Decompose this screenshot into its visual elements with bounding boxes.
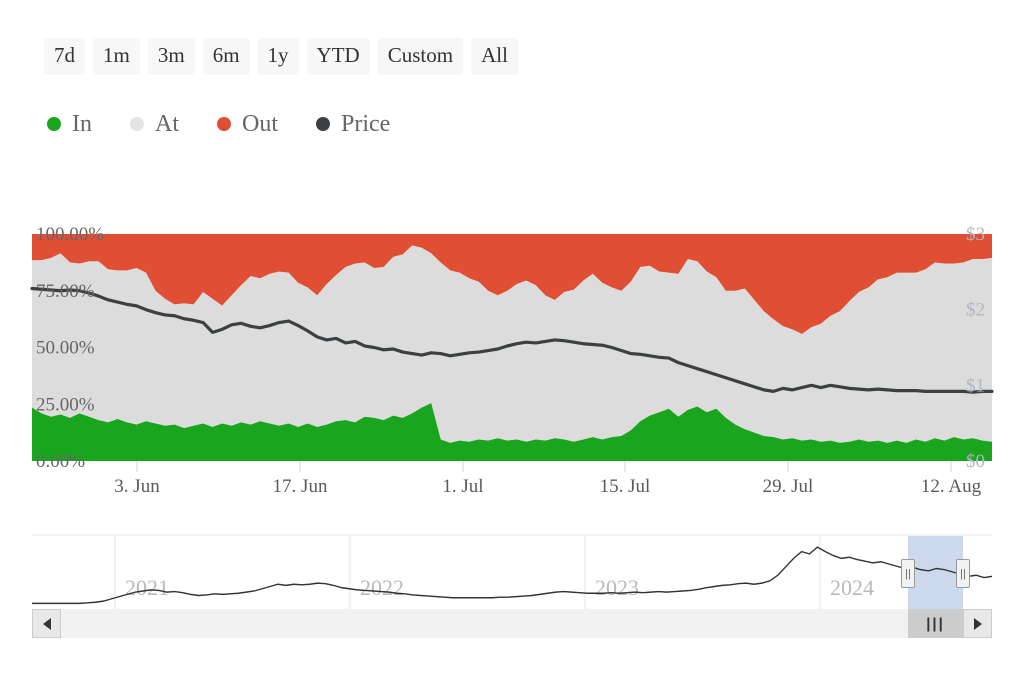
- x-axis-tick-label: 1. Jul: [442, 476, 483, 497]
- navigator-year-label: 2024: [830, 575, 874, 600]
- navigator-scrollbar-track[interactable]: [32, 609, 992, 638]
- x-axis-tick-label: 17. Jun: [273, 476, 328, 497]
- scrollbar-right-button[interactable]: [963, 609, 992, 638]
- y-axis-right-tick: $0: [966, 451, 985, 472]
- left-arrow-icon: [42, 617, 51, 630]
- scrollbar-grip-icon: |||: [926, 615, 945, 632]
- y-axis-left-tick: 75.00%: [36, 281, 95, 302]
- x-axis-tick-label: 15. Jul: [600, 476, 651, 497]
- navigator-year-labels: 2021 2022 2023 2024: [125, 575, 874, 600]
- handle-grip-left-icon: ||: [905, 567, 911, 580]
- y-axis-left-tick: 50.00%: [36, 338, 95, 359]
- right-arrow-icon: [973, 617, 982, 630]
- x-axis-tick-label: 3. Jun: [114, 476, 160, 497]
- x-axis-ticks: 3. Jun 17. Jun 1. Jul 15. Jul 29. Jul 12. Aug: [114, 461, 982, 497]
- navigator-year-label: 2021: [125, 575, 169, 600]
- x-axis-tick-label: 12. Aug: [921, 476, 982, 497]
- y-axis-left-tick: 25.00%: [36, 394, 95, 415]
- navigator-handle-right[interactable]: ||: [956, 559, 970, 588]
- stacked-area-chart[interactable]: 3. Jun 17. Jun 1. Jul 15. Jul 29. Jul 12. Aug…: [0, 0, 1024, 683]
- plot-areas: [32, 234, 992, 461]
- scrollbar-thumb[interactable]: |||: [908, 609, 963, 638]
- navigator-handle-left[interactable]: ||: [901, 559, 915, 588]
- navigator-year-label: 2022: [360, 575, 404, 600]
- scrollbar-left-button[interactable]: [32, 609, 61, 638]
- x-axis-tick-label: 29. Jul: [763, 476, 814, 497]
- y-axis-right-tick: $2: [966, 300, 985, 321]
- handle-grip-right-icon: ||: [960, 567, 966, 580]
- navigator-year-label: 2023: [595, 575, 639, 600]
- y-axis-right-tick: $1: [966, 375, 985, 396]
- y-axis-left-tick: 100.00%: [36, 224, 104, 245]
- y-axis-left-tick: 0.00%: [36, 451, 85, 472]
- y-axis-right-tick: $3: [966, 224, 985, 245]
- navigator[interactable]: 2021 2022 2023 2024: [32, 534, 993, 609]
